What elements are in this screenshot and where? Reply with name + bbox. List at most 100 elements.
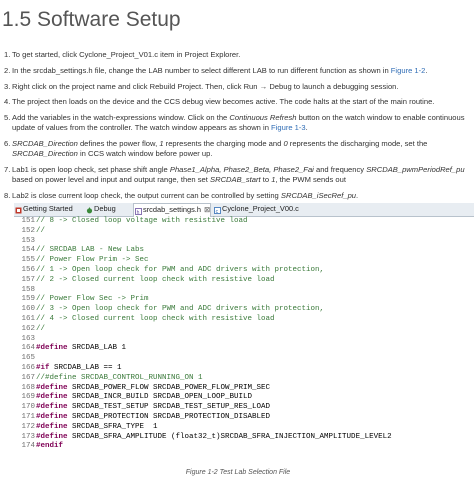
line-number: 156 [21,265,35,274]
step-item: 1To get started, click Cyclone_Project_V… [2,50,476,60]
code-text: SRCDAB_PROTECTION SRCDAB_PROTECTION_DISA… [67,412,271,421]
code-line: 168#define SRCDAB_POWER_FLOW SRCDAB_POWE… [14,384,474,394]
step-item: 8Lab2 is close current loop check, the o… [2,191,476,201]
line-number: 151 [21,217,35,225]
code-keyword: #define [36,344,68,353]
code-line: 172#define SRCDAB_SFRA_TYPE 1 [14,423,474,433]
step-text: defines the power flow, [77,139,160,149]
code-keyword: #define [36,432,68,441]
step-text: Add the variables in the watch-expressio… [12,113,230,123]
code-line: 154// SRCDAB LAB - New Labs [14,246,474,256]
code-line: 164#define SRCDAB_LAB 1 [14,344,474,354]
step-emphasis: SRCDAB_iSecRef_pu [280,191,357,201]
editor-tab-label: srcdab_settings.h [143,205,201,214]
step-item: 4The project then loads on the device an… [2,97,476,107]
step-text: Lab2 is close current loop check, the ou… [12,191,281,201]
code-keyword: #if [36,363,50,372]
step-number: 1 [4,50,10,60]
code-line: 160// 3 -> Open loop check for PWM and A… [14,305,474,315]
code-comment: // 3 -> Open loop check for PWM and ADC … [36,305,325,314]
line-number: 170 [21,403,35,412]
step-text: Lab1 is open loop check, set phase shift… [12,165,170,175]
step-number: 8 [4,191,10,201]
line-number: 152 [21,226,35,235]
svg-text:h: h [137,210,140,215]
code-comment: // [36,226,46,235]
code-comment: // [36,324,46,333]
line-number: 158 [21,285,35,294]
step-text: represents the charging mode and [163,139,284,149]
line-number: 157 [21,275,35,284]
code-line: 167//#define SRCDAB_CONTROL_RUNNING_ON 1 [14,374,474,384]
step-number: 3 [4,82,10,92]
step-item: 5Add the variables in the watch-expressi… [2,113,476,133]
step-emphasis: SRCDAB_Direction [12,139,78,149]
line-number: 171 [21,412,35,421]
code-line: 163 [14,335,474,345]
step-text: In the srcdab_settings.h file, change th… [12,65,391,75]
editor-tab[interactable]: Debug [85,203,116,215]
code-text: SRCDAB_SFRA_TYPE 1 [67,422,158,431]
step-emphasis: Phase1_Alpha, Phase2_Beta, Phase2_Fai [169,165,314,175]
step-text: and frequency [313,165,367,175]
code-comment: // Power Flow Prim -> Sec [36,256,149,265]
line-number: 173 [21,432,35,441]
code-comment: // Power Flow Sec -> Prim [36,295,149,304]
code-line: 161// 4 -> Closed current loop check wit… [14,315,474,325]
line-number: 166 [21,363,35,372]
ccs-icon [15,206,22,214]
code-line: 151// 8 -> Closed loop voltage with resi… [14,217,474,227]
line-number: 155 [21,256,35,265]
step-item: 7Lab1 is open loop check, set phase shif… [2,165,476,185]
code-keyword: #define [36,403,68,412]
line-number: 153 [21,236,35,245]
line-number: 163 [21,334,35,343]
code-comment: // 4 -> Closed current loop check with r… [36,314,275,323]
code-line: 152// [14,227,474,237]
editor-tab-bar: Getting Started Debug h srcdab_settings.h ⊠ c… [14,203,474,217]
editor-tab-label: Cyclone_Project_V00.c [222,204,299,213]
step-number: 6 [4,139,10,149]
code-text: SRCDAB_POWER_FLOW SRCDAB_POWER_FLOW_PRIM… [67,383,271,392]
line-number: 159 [21,295,35,304]
step-text: , the PWM sends out [275,175,346,185]
editor-tab-label: Debug [94,204,116,213]
editor-tab[interactable]: c Cyclone_Project_V00.c [213,203,299,215]
step-text: to [260,175,272,185]
code-line: 165 [14,354,474,364]
code-keyword: #define [36,393,68,402]
line-number: 162 [21,324,35,333]
code-text: SRCDAB_INCR_BUILD SRCDAB_OPEN_LOOP_BUILD [67,393,253,402]
editor-tab[interactable]: Getting Started [14,203,73,215]
line-number: 169 [21,393,35,402]
code-line: 159// Power Flow Sec -> Prim [14,295,474,305]
ccs-editor-screenshot: Getting Started Debug h srcdab_settings.h ⊠ c… [14,203,474,458]
figure-link[interactable]: Figure 1-2 [391,66,426,75]
code-line: 170#define SRCDAB_TEST_SETUP SRCDAB_TEST… [14,403,474,413]
step-text: based on power level and input and outpu… [12,175,211,185]
step-number: 2 [4,66,10,76]
step-text: The project then loads on the device and… [12,97,435,107]
line-number: 174 [21,442,35,451]
step-item: 3Right click on the project name and cli… [2,82,476,92]
close-tab-icon[interactable]: ⊠ [204,205,210,214]
line-number: 167 [21,373,35,382]
code-line: 157// 2 -> Closed current loop check wit… [14,276,474,286]
step-emphasis: Continuous Refresh [229,113,297,123]
figure-link[interactable]: Figure 1-3 [271,123,306,132]
code-keyword: #define [36,383,68,392]
editor-tab-label: Getting Started [23,204,73,213]
header-file-icon: h [135,207,142,216]
code-line: 155// Power Flow Prim -> Sec [14,256,474,266]
code-line: 166#if SRCDAB_LAB == 1 [14,364,474,374]
code-comment: // SRCDAB LAB - New Labs [36,246,145,255]
code-comment: // 8 -> Closed loop voltage with resisti… [36,217,248,225]
code-keyword: #endif [36,442,64,451]
code-line: 173#define SRCDAB_SFRA_AMPLITUDE (float3… [14,433,474,443]
code-comment: //#define SRCDAB_CONTROL_RUNNING_ON 1 [36,373,203,382]
editor-tab[interactable]: h srcdab_settings.h ⊠ [133,203,212,217]
step-emphasis: SRCDAB_start [210,175,261,185]
step-emphasis: SRCDAB_pwmPeriodRef_pu [366,165,465,175]
code-text: SRCDAB_LAB 1 [67,344,127,353]
step-text: in CCS watch window before power up. [77,149,213,159]
